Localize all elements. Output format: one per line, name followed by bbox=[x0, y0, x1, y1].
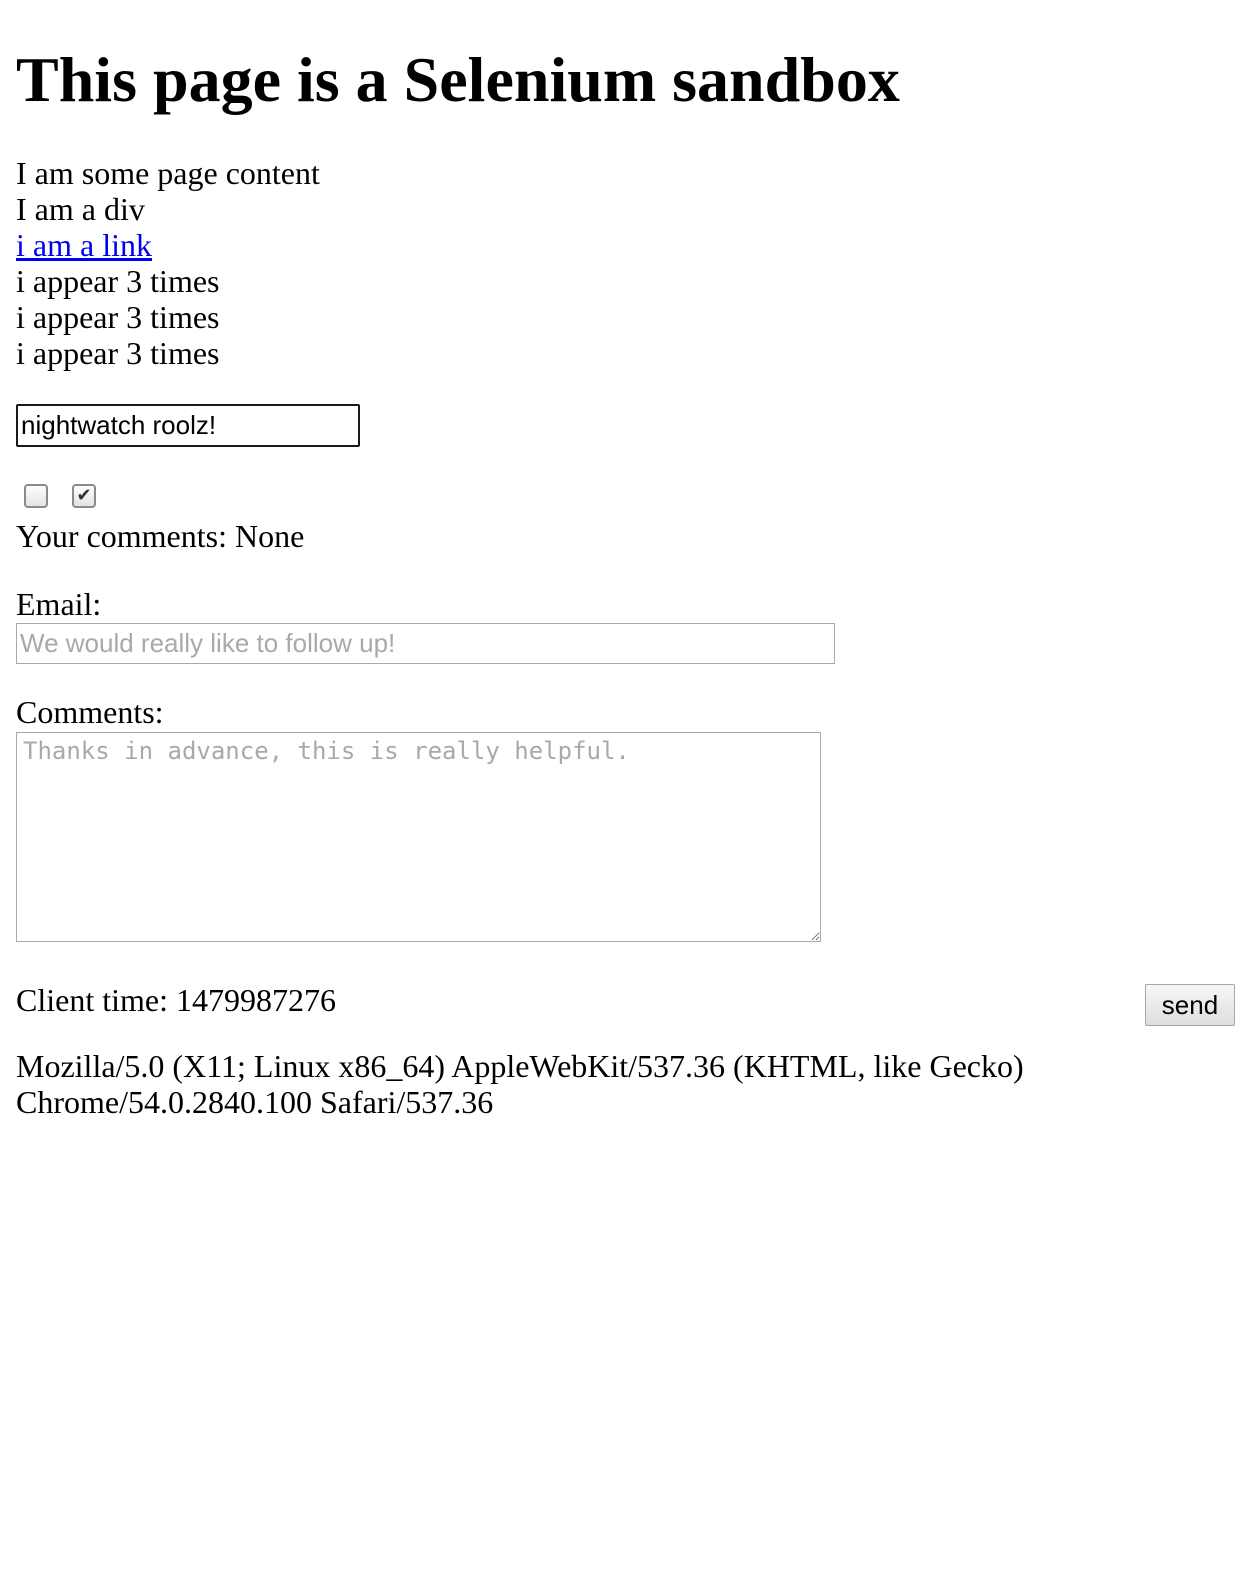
comments-status: Your comments: None bbox=[16, 518, 305, 554]
checkbox-group: ✔ bbox=[24, 484, 96, 508]
repeated-text: i appear 3 times bbox=[16, 335, 220, 371]
repeated-text: i appear 3 times bbox=[16, 299, 220, 335]
comments-label: Comments: bbox=[16, 694, 164, 730]
send-button[interactable]: send bbox=[1145, 984, 1235, 1026]
content-lines: I am some page content I am a div i am a… bbox=[16, 155, 320, 371]
user-agent: Mozilla/5.0 (X11; Linux x86_64) AppleWeb… bbox=[16, 1048, 1024, 1120]
client-time: Client time: 1479987276 bbox=[16, 982, 336, 1018]
page-content-text: I am some page content bbox=[16, 155, 320, 191]
checkbox-checked[interactable]: ✔ bbox=[72, 484, 96, 508]
text-input[interactable] bbox=[16, 404, 360, 447]
comments-textarea[interactable] bbox=[16, 732, 821, 942]
email-field[interactable] bbox=[16, 623, 835, 664]
sample-link[interactable]: i am a link bbox=[16, 227, 320, 263]
page-title: This page is a Selenium sandbox bbox=[16, 44, 900, 115]
repeated-text: i appear 3 times bbox=[16, 263, 220, 299]
div-text: I am a div bbox=[16, 191, 145, 227]
checkbox-unchecked[interactable] bbox=[24, 484, 48, 508]
email-label: Email: bbox=[16, 586, 102, 622]
checkmark-icon: ✔ bbox=[76, 485, 92, 506]
